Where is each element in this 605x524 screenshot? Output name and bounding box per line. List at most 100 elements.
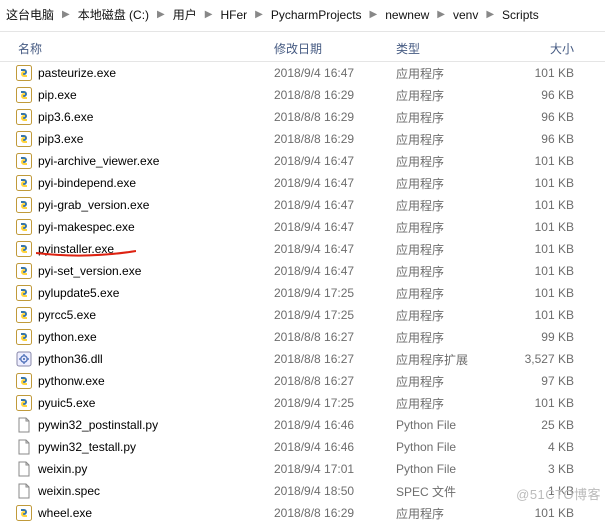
breadcrumb-item[interactable]: 用户: [169, 4, 201, 25]
breadcrumb-item[interactable]: newnew: [381, 6, 433, 24]
file-size: 3,527 KB: [496, 352, 586, 366]
file-row[interactable]: pyi-grab_version.exe 2018/9/4 16:47应用程序10…: [0, 194, 605, 216]
file-size: 25 KB: [496, 418, 586, 432]
file-row[interactable]: pyi-set_version.exe2018/9/4 16:47应用程序101…: [0, 260, 605, 282]
file-row[interactable]: pyinstaller.exe2018/9/4 16:47应用程序101 KB: [0, 238, 605, 260]
file-date: 2018/9/4 17:25: [274, 308, 396, 322]
file-row[interactable]: pip3.6.exe2018/8/8 16:29应用程序96 KB: [0, 106, 605, 128]
breadcrumb-item[interactable]: HFer: [216, 6, 251, 24]
exe-icon: [16, 329, 32, 345]
chevron-right-icon: ▶: [368, 9, 380, 20]
file-row[interactable]: pyuic5.exe2018/9/4 17:25应用程序101 KB: [0, 392, 605, 414]
exe-icon: [16, 109, 32, 125]
file-list: pasteurize.exe2018/9/4 16:47应用程序101 KBpi…: [0, 62, 605, 524]
file-row[interactable]: pyi-makespec.exe2018/9/4 16:47应用程序101 KB: [0, 216, 605, 238]
file-name: pyi-set_version.exe: [38, 264, 141, 278]
column-header-name-label: 名称: [18, 40, 42, 57]
file-row[interactable]: pythonw.exe2018/8/8 16:27应用程序97 KB: [0, 370, 605, 392]
file-name: pywin32_postinstall.py: [38, 418, 158, 432]
file-type: 应用程序: [396, 109, 496, 126]
chevron-right-icon: ▶: [203, 9, 215, 20]
column-header-type[interactable]: 类型: [396, 40, 496, 57]
file-type: 应用程序: [396, 197, 496, 214]
file-row[interactable]: weixin.spec2018/9/4 18:50SPEC 文件1 KB: [0, 480, 605, 502]
exe-icon: [16, 395, 32, 411]
file-type: Python File: [396, 418, 496, 432]
file-type: SPEC 文件: [396, 483, 496, 500]
chevron-right-icon: ▶: [253, 9, 265, 20]
file-row[interactable]: pip3.exe2018/8/8 16:29应用程序96 KB: [0, 128, 605, 150]
file-date: 2018/8/8 16:27: [274, 374, 396, 388]
file-row[interactable]: wheel.exe2018/8/8 16:29应用程序101 KB: [0, 502, 605, 524]
breadcrumb-item[interactable]: PycharmProjects: [267, 6, 366, 24]
file-icon: [16, 483, 32, 499]
file-size: 96 KB: [496, 88, 586, 102]
column-headers: 名称 修改日期 类型 大小: [0, 32, 605, 62]
exe-icon: [16, 263, 32, 279]
file-size: 101 KB: [496, 154, 586, 168]
exe-icon: [16, 307, 32, 323]
file-size: 101 KB: [496, 176, 586, 190]
file-name: pyi-grab_version.exe: [38, 198, 149, 212]
file-date: 2018/8/8 16:29: [274, 110, 396, 124]
file-size: 101 KB: [496, 242, 586, 256]
file-row[interactable]: pylupdate5.exe2018/9/4 17:25应用程序101 KB: [0, 282, 605, 304]
file-type: 应用程序: [396, 131, 496, 148]
dll-icon: [16, 351, 32, 367]
file-size: 101 KB: [496, 308, 586, 322]
column-header-date[interactable]: 修改日期: [274, 40, 396, 57]
file-type: 应用程序: [396, 241, 496, 258]
file-icon: [16, 417, 32, 433]
breadcrumb-item[interactable]: Scripts: [498, 6, 543, 24]
column-header-name[interactable]: 名称: [4, 40, 274, 57]
file-type: 应用程序: [396, 395, 496, 412]
file-row[interactable]: pyi-archive_viewer.exe2018/9/4 16:47应用程序…: [0, 150, 605, 172]
breadcrumb-item[interactable]: 这台电脑: [2, 4, 58, 25]
file-size: 101 KB: [496, 198, 586, 212]
exe-icon: [16, 131, 32, 147]
file-name: pip3.exe: [38, 132, 83, 146]
exe-icon: [16, 175, 32, 191]
file-type: 应用程序: [396, 219, 496, 236]
file-date: 2018/9/4 16:47: [274, 176, 396, 190]
file-size: 96 KB: [496, 110, 586, 124]
file-date: 2018/9/4 16:47: [274, 264, 396, 278]
file-row[interactable]: pip.exe2018/8/8 16:29应用程序96 KB: [0, 84, 605, 106]
file-row[interactable]: pyrcc5.exe2018/9/4 17:25应用程序101 KB: [0, 304, 605, 326]
file-name: pyi-archive_viewer.exe: [38, 154, 159, 168]
file-type: 应用程序: [396, 153, 496, 170]
file-row[interactable]: pyi-bindepend.exe 2018/9/4 16:47应用程序101 K…: [0, 172, 605, 194]
file-row[interactable]: pywin32_testall.py2018/9/4 16:46Python F…: [0, 436, 605, 458]
file-row[interactable]: weixin.py2018/9/4 17:01Python File3 KB: [0, 458, 605, 480]
file-size: 101 KB: [496, 264, 586, 278]
file-date: 2018/9/4 16:47: [274, 242, 396, 256]
file-name: pyuic5.exe: [38, 396, 95, 410]
file-date: 2018/9/4 16:46: [274, 440, 396, 454]
file-name: pyi-bindepend.exe: [38, 176, 136, 190]
file-date: 2018/9/4 17:25: [274, 396, 396, 410]
file-name: pasteurize.exe: [38, 66, 116, 80]
file-type: 应用程序: [396, 505, 496, 522]
exe-icon: [16, 373, 32, 389]
file-name: pyi-makespec.exe: [38, 220, 135, 234]
file-type: Python File: [396, 440, 496, 454]
chevron-right-icon: ▶: [435, 9, 447, 20]
file-row[interactable]: python36.dll2018/8/8 16:27应用程序扩展3,527 KB: [0, 348, 605, 370]
file-row[interactable]: pywin32_postinstall.py2018/9/4 16:46Pyth…: [0, 414, 605, 436]
chevron-right-icon: ▶: [484, 9, 496, 20]
file-size: 4 KB: [496, 440, 586, 454]
file-row[interactable]: pasteurize.exe2018/9/4 16:47应用程序101 KB: [0, 62, 605, 84]
breadcrumb-item[interactable]: 本地磁盘 (C:): [74, 4, 153, 25]
exe-icon: [16, 153, 32, 169]
column-header-size[interactable]: 大小: [496, 40, 586, 57]
file-type: 应用程序: [396, 307, 496, 324]
exe-icon: [16, 87, 32, 103]
file-date: 2018/8/8 16:29: [274, 132, 396, 146]
breadcrumb-item[interactable]: venv: [449, 6, 482, 24]
file-type: 应用程序: [396, 329, 496, 346]
file-date: 2018/9/4 16:47: [274, 198, 396, 212]
file-name: pylupdate5.exe: [38, 286, 119, 300]
file-row[interactable]: python.exe2018/8/8 16:27应用程序99 KB: [0, 326, 605, 348]
file-type: 应用程序: [396, 65, 496, 82]
file-type: 应用程序: [396, 175, 496, 192]
